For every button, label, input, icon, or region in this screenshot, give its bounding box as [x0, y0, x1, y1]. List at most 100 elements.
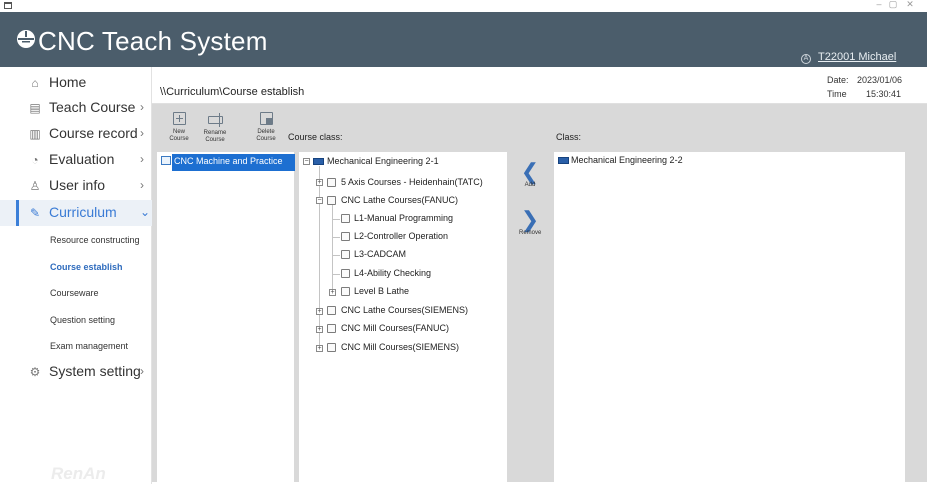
remove-label: Remove [519, 230, 542, 236]
chevron-right-icon: ❯ [520, 207, 540, 232]
class-flag-icon [313, 158, 324, 165]
folder-icon [327, 196, 336, 205]
tree-node-label[interactable]: 5 Axis Courses - Heidenhain(TATC) [341, 177, 483, 187]
tree-connector [332, 219, 340, 220]
brand-watermark: RenAn [51, 464, 106, 483]
class-list-panel [554, 152, 905, 482]
sidebar-item-label: Home [49, 74, 87, 90]
tree-node-label[interactable]: L3-CADCAM [354, 249, 406, 259]
tree-expand-toggle[interactable]: + [316, 308, 323, 315]
sidebar-item-label: Teach Course [49, 99, 136, 115]
sidebar-item-evaluation[interactable]: ◔ Evaluation › [0, 147, 152, 173]
course-icon [341, 269, 350, 278]
sidebar-item-label: User info [49, 177, 106, 193]
course-icon [341, 250, 350, 259]
tree-node-label[interactable]: CNC Mill Courses(SIEMENS) [341, 342, 459, 352]
tree-connector [332, 274, 340, 275]
course-icon [341, 232, 350, 241]
folder-icon [327, 306, 336, 315]
tree-node-label[interactable]: L1-Manual Programming [354, 213, 453, 223]
pencil-icon: ✎ [29, 206, 41, 220]
subitem-exam-management[interactable]: Exam management [50, 341, 128, 351]
class-flag-icon [558, 157, 569, 164]
chevron-down-icon: ⌄ [140, 205, 151, 219]
chart-icon: ◔ [31, 153, 39, 167]
delete-course-label-2: Course [256, 136, 276, 142]
sidebar-item-teach-course[interactable]: ▤ Teach Course › [0, 95, 152, 121]
rename-course-button[interactable]: Rename Course [198, 109, 232, 144]
tree-connector [319, 166, 320, 349]
new-course-label-1: New [172, 129, 185, 135]
sidebar-item-home[interactable]: ⌂ Home [0, 70, 152, 96]
time-value: 15:30:41 [866, 89, 902, 99]
toolbar: New Course Rename Course Delete Course [152, 104, 927, 152]
maximize-button[interactable]: ▢ [886, 0, 900, 10]
new-course-label-2: Course [169, 136, 189, 142]
sidebar-item-course-record[interactable]: ▥ Course record › [0, 121, 152, 147]
panel-gutter [905, 152, 927, 482]
chevron-right-icon: › [140, 364, 144, 378]
chevron-left-icon: ❮ [520, 159, 540, 184]
delete-course-button[interactable]: Delete Course [249, 109, 283, 143]
folder-icon [341, 287, 350, 296]
list-icon: ▤ [29, 101, 41, 115]
sidebar-item-system-setting[interactable]: ⚙ System setting › [0, 359, 152, 385]
add-button[interactable]: ❮ Add [519, 159, 541, 189]
user-name-link[interactable]: T22001 Michael [818, 51, 896, 63]
chevron-right-icon: › [140, 152, 144, 166]
subitem-resource-constructing[interactable]: Resource constructing [50, 235, 140, 245]
title-bar: – ▢ ✕ [0, 0, 927, 12]
sidebar-item-curriculum[interactable]: ✎ Curriculum ⌄ [0, 200, 152, 226]
document-icon: ▥ [29, 127, 41, 141]
close-button[interactable]: ✕ [903, 0, 917, 10]
new-course-button[interactable]: New Course [162, 109, 196, 143]
minimize-button[interactable]: – [872, 0, 886, 9]
app-icon [4, 2, 12, 9]
tree-node-label[interactable]: CNC Lathe Courses(SIEMENS) [341, 305, 468, 315]
subitem-course-establish[interactable]: Course establish [50, 262, 123, 272]
chevron-right-icon: › [140, 126, 144, 140]
app-header: CNC Teach System A T22001 Michael [0, 12, 927, 67]
tree-node-label[interactable]: Mechanical Engineering 2-1 [327, 156, 439, 166]
class-heading: Class: [556, 132, 582, 142]
tree-node-label[interactable]: L2-Controller Operation [354, 231, 448, 241]
tree-connector [332, 255, 340, 256]
course-icon [341, 214, 350, 223]
rename-course-label-1: Rename [203, 130, 227, 136]
date-value: 2023/01/06 [857, 75, 903, 85]
sidebar-item-user-info[interactable]: ♙ User info › [0, 173, 152, 199]
helmet-logo-icon [17, 30, 35, 48]
sidebar-item-label: Evaluation [49, 151, 115, 167]
user-avatar-icon: A [801, 54, 811, 64]
tree-expand-toggle[interactable]: + [316, 326, 323, 333]
delete-course-label-1: Delete [257, 129, 275, 135]
chevron-right-icon: › [140, 100, 144, 114]
tree-expand-toggle[interactable]: + [316, 345, 323, 352]
tree-connector [332, 237, 340, 238]
rename-icon [207, 113, 223, 127]
course-class-heading: Course class: [288, 132, 343, 142]
tree-node-label[interactable]: L4-Ability Checking [354, 268, 431, 278]
tree-expand-toggle[interactable]: + [329, 289, 336, 296]
rename-course-label-2: Course [205, 137, 225, 143]
tree-node-label[interactable]: CNC Lathe Courses(FANUC) [341, 195, 458, 205]
tree-collapse-toggle[interactable]: − [303, 158, 310, 165]
tree-connector [332, 204, 333, 293]
tree-node-label[interactable]: CNC Mill Courses(FANUC) [341, 323, 449, 333]
remove-button[interactable]: ❯ Remove [519, 207, 542, 237]
home-icon: ⌂ [31, 76, 39, 90]
subitem-courseware[interactable]: Courseware [50, 288, 99, 298]
tree-collapse-toggle[interactable]: − [316, 197, 323, 204]
date-label: Date: [827, 75, 849, 85]
app-title: CNC Teach System [38, 26, 268, 56]
sidebar-item-label: Curriculum [49, 204, 117, 220]
tree-expand-toggle[interactable]: + [316, 179, 323, 186]
class-list-item[interactable]: Mechanical Engineering 2-2 [571, 155, 683, 165]
gear-icon: ⚙ [29, 365, 41, 379]
tree-node-label[interactable]: Level B Lathe [354, 286, 409, 296]
folder-icon [327, 343, 336, 352]
sidebar-item-label: System setting [49, 363, 141, 379]
folder-icon [327, 324, 336, 333]
book-icon [161, 156, 171, 165]
subitem-question-setting[interactable]: Question setting [50, 315, 115, 325]
